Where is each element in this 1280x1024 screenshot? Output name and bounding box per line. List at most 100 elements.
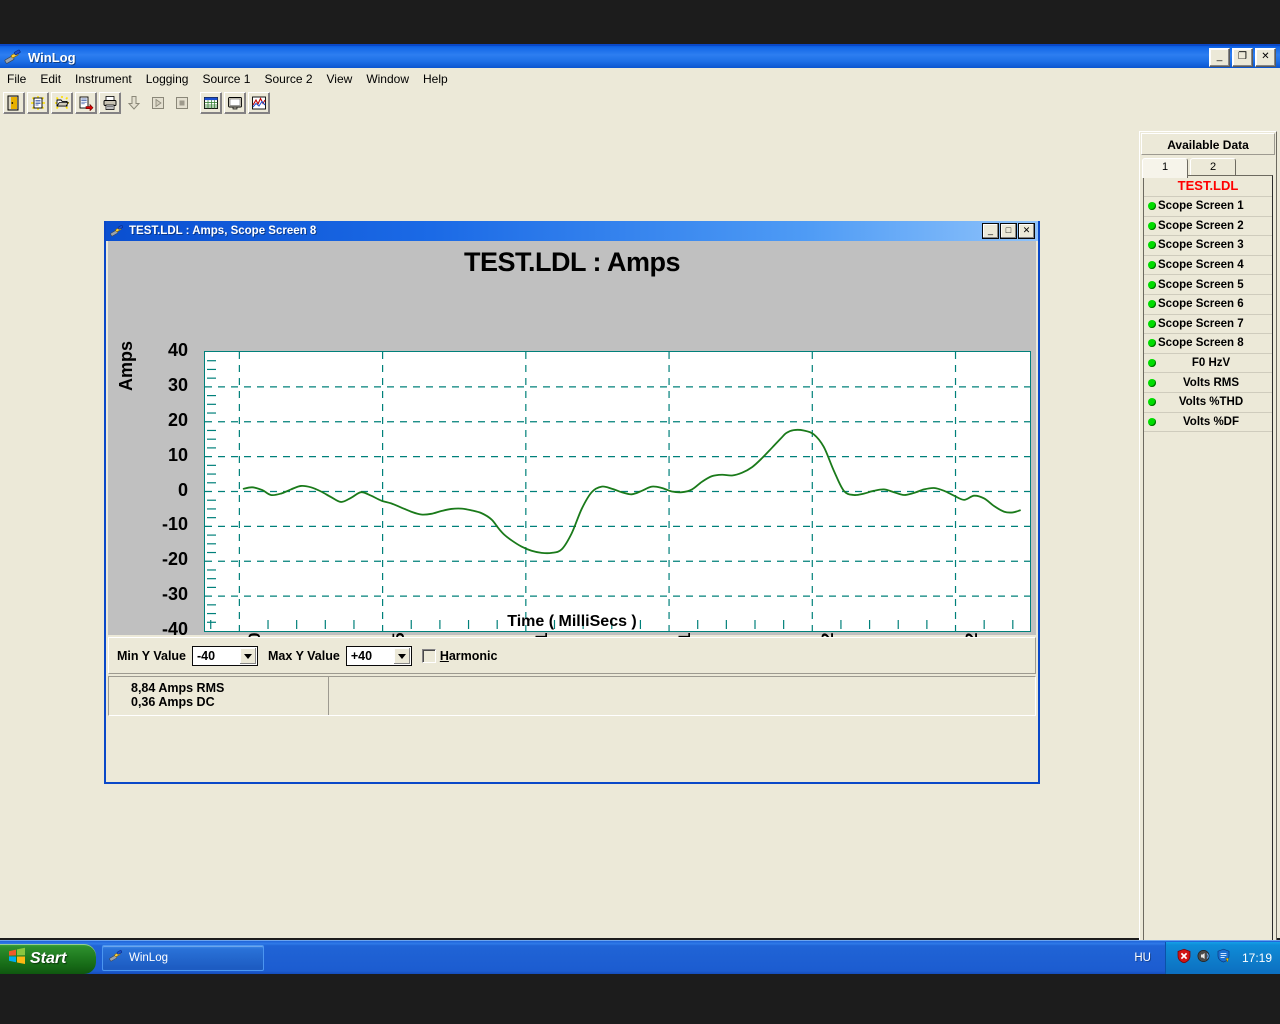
- new-document-icon[interactable]: [27, 92, 49, 114]
- y-axis-label: Amps: [116, 340, 136, 391]
- download-arrow-icon[interactable]: [123, 92, 145, 114]
- data-item-scope-screen-3[interactable]: Scope Screen 3: [1144, 236, 1272, 256]
- monitor-icon[interactable]: [224, 92, 246, 114]
- chart-icon[interactable]: [248, 92, 270, 114]
- y-tick-label: -10: [161, 514, 188, 535]
- play-icon[interactable]: [147, 92, 169, 114]
- max-y-value: +40: [350, 648, 373, 663]
- windows-flag-icon: [8, 947, 26, 970]
- rms-dc-readout: 8,84 Amps RMS 0,36 Amps DC: [109, 677, 329, 715]
- max-y-label: Max Y Value: [268, 648, 340, 663]
- data-item-scope-screen-1[interactable]: Scope Screen 1: [1144, 197, 1272, 217]
- print-icon[interactable]: [99, 92, 121, 114]
- max-y-combobox[interactable]: +40: [345, 645, 412, 666]
- close-button[interactable]: ✕: [1255, 47, 1276, 67]
- status-led-icon: [1148, 202, 1156, 211]
- chart-window-buttons: _ □ ✕: [982, 223, 1035, 239]
- data-item-volts-thd[interactable]: Volts %THD: [1144, 392, 1272, 413]
- data-item-label: Scope Screen 5: [1158, 278, 1244, 291]
- scope-chart-window: TEST.LDL : Amps, Scope Screen 8 _ □ ✕ TE…: [104, 221, 1040, 784]
- chart-close-button[interactable]: ✕: [1018, 223, 1035, 239]
- y-tick-label: 0: [177, 479, 188, 500]
- exit-door-icon[interactable]: [3, 92, 25, 114]
- harmonic-label[interactable]: Harmonic: [440, 649, 498, 663]
- start-button-label: Start: [30, 949, 67, 967]
- chart-status-strip: 8,84 Amps RMS 0,36 Amps DC: [108, 676, 1036, 716]
- chart-title-text: TEST.LDL : Amps, Scope Screen 8: [129, 225, 317, 237]
- data-tab-1[interactable]: 1: [1142, 158, 1188, 178]
- restore-button[interactable]: ❐: [1232, 47, 1253, 67]
- menu-window[interactable]: Window: [359, 70, 416, 88]
- stop-icon[interactable]: [171, 92, 193, 114]
- data-item-scope-screen-8[interactable]: Scope Screen 8: [1144, 334, 1272, 354]
- taskbar-item-winlog[interactable]: WinLog: [102, 945, 264, 971]
- status-led-icon: [1148, 241, 1156, 250]
- chart-canvas-area: TEST.LDL : Amps Amps 40 30 20 10 0 -10 -20 -30-…: [106, 241, 1038, 642]
- menu-file[interactable]: File: [0, 70, 33, 88]
- data-item-f0-hzv[interactable]: F0 HzV: [1144, 353, 1272, 374]
- min-y-value: -40: [197, 648, 216, 663]
- table-grid-icon[interactable]: [200, 92, 222, 114]
- data-item-scope-screen-5[interactable]: Scope Screen 5: [1144, 275, 1272, 295]
- status-led-icon: [1148, 261, 1156, 270]
- save-document-icon[interactable]: [75, 92, 97, 114]
- desktop-background-bottom: [0, 974, 1280, 1024]
- data-item-scope-screen-2[interactable]: Scope Screen 2: [1144, 216, 1272, 237]
- menu-instrument[interactable]: Instrument: [68, 70, 139, 88]
- menu-bar: File Edit Instrument Logging Source 1 So…: [0, 68, 1280, 90]
- menu-help[interactable]: Help: [416, 70, 455, 88]
- menu-edit[interactable]: Edit: [33, 70, 68, 88]
- data-item-label: Scope Screen 2: [1158, 219, 1244, 232]
- clock[interactable]: 17:19: [1242, 951, 1272, 965]
- main-window-buttons: _ ❐ ✕: [1209, 47, 1276, 67]
- waveform-plot[interactable]: [204, 351, 1031, 632]
- volume-speaker-icon[interactable]: [1196, 948, 1212, 969]
- y-tick-label: -30: [161, 584, 188, 605]
- data-item-scope-screen-7[interactable]: Scope Screen 7: [1144, 314, 1272, 335]
- chevron-down-icon[interactable]: [393, 647, 410, 664]
- chart-minimize-button[interactable]: _: [982, 223, 999, 239]
- winlog-icon: [3, 49, 23, 65]
- toolbar: [0, 89, 1280, 117]
- status-led-icon: [1148, 398, 1156, 407]
- data-item-label: Scope Screen 3: [1158, 239, 1244, 252]
- chart-maximize-button[interactable]: □: [1000, 223, 1017, 239]
- data-item-scope-screen-4[interactable]: Scope Screen 4: [1144, 255, 1272, 276]
- menu-logging[interactable]: Logging: [139, 70, 196, 88]
- language-indicator[interactable]: HU: [1120, 952, 1165, 964]
- available-data-list[interactable]: TEST.LDL Scope Screen 1 Scope Screen 2 S…: [1143, 175, 1273, 955]
- winlog-icon: [109, 224, 125, 238]
- start-button[interactable]: Start: [0, 943, 96, 974]
- menu-source-2[interactable]: Source 2: [257, 70, 319, 88]
- open-folder-icon[interactable]: [51, 92, 73, 114]
- taskbar: Start WinLog HU 17:19: [0, 940, 1280, 975]
- loaded-file-label: TEST.LDL: [1144, 176, 1272, 197]
- available-data-header: Available Data: [1141, 133, 1275, 155]
- amps-dc-value: 0,36 Amps DC: [131, 695, 215, 709]
- menu-source-1[interactable]: Source 1: [195, 70, 257, 88]
- min-y-combobox[interactable]: -40: [192, 645, 259, 666]
- data-item-volts-df[interactable]: Volts %DF: [1144, 412, 1272, 433]
- status-led-icon: [1148, 378, 1156, 387]
- harmonic-rest: armonic: [448, 648, 498, 663]
- main-titlebar: WinLog _ ❐ ✕: [0, 46, 1280, 68]
- data-item-label: Volts %THD: [1178, 396, 1244, 409]
- y-tick-label: 40: [167, 340, 188, 360]
- available-data-panel: Available Data 1 2 TEST.LDL Scope Screen…: [1139, 131, 1277, 956]
- x-axis-label: Time ( MilliSecs ): [507, 613, 637, 630]
- harmonic-checkbox[interactable]: [421, 648, 436, 663]
- status-led-icon: [1148, 221, 1156, 230]
- update-shield-icon[interactable]: [1216, 948, 1232, 969]
- amps-rms-value: 8,84 Amps RMS: [131, 681, 225, 695]
- data-item-volts-rms[interactable]: Volts RMS: [1144, 373, 1272, 393]
- data-item-scope-screen-6[interactable]: Scope Screen 6: [1144, 294, 1272, 315]
- data-item-label: Scope Screen 8: [1158, 337, 1244, 350]
- data-item-label: F0 HzV: [1191, 357, 1231, 370]
- y-tick-label: 30: [167, 374, 188, 395]
- data-item-label: Volts %DF: [1182, 415, 1239, 428]
- menu-view[interactable]: View: [320, 70, 360, 88]
- chevron-down-icon[interactable]: [240, 647, 257, 664]
- min-y-label: Min Y Value: [117, 648, 187, 663]
- antivirus-shield-icon[interactable]: [1176, 948, 1192, 969]
- minimize-button[interactable]: _: [1209, 47, 1230, 67]
